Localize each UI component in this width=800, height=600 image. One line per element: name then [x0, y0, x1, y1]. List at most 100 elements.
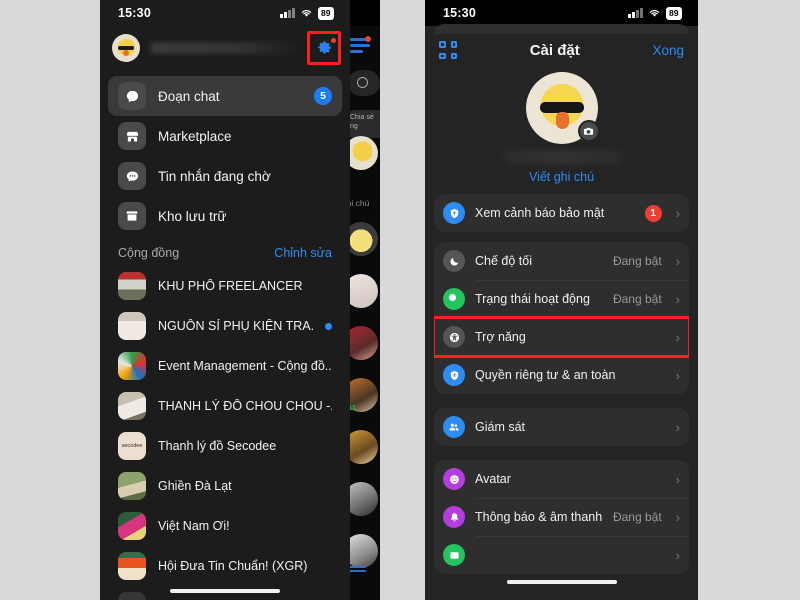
chevron-right-icon: › [675, 329, 680, 345]
settings-row-label: Giám sát [475, 420, 526, 434]
settings-row-value: Đang bật [612, 510, 662, 524]
community-label: Hội Đưa Tin Chuẩn! (XGR) [158, 559, 308, 573]
photo-icon [443, 544, 465, 566]
settings-row-security-alerts[interactable]: Xem cảnh báo bảo mật 1 › [434, 194, 689, 232]
right-phone-screen: 15:30 89 Cài đặt Xong Viết ghi chú Xem c… [425, 0, 698, 600]
community-label: Thanh lý đồ Secodee [158, 439, 277, 453]
community-thumbnail [118, 472, 146, 500]
section-title: Cộng đồng [118, 246, 180, 260]
cellular-signal-icon [280, 8, 295, 18]
lock-shield-icon [443, 364, 465, 386]
left-phone-screen: Chia sẻ ng Ghi chú 11 15:30 89 Đoạn chat… [100, 0, 380, 600]
community-item[interactable]: KHU PHỐ FREELANCER [108, 266, 342, 306]
settings-screen: 15:30 89 Cài đặt Xong Viết ghi chú Xem c… [425, 0, 698, 600]
community-item[interactable]: Event Management - Cộng đồ... [108, 346, 342, 386]
settings-row-accessibility[interactable]: Trợ năng › [434, 316, 689, 358]
community-label: NGUỒN SỈ PHỤ KIỆN TRA... [158, 319, 313, 333]
cellular-signal-icon [628, 8, 643, 18]
accessibility-icon [443, 326, 465, 348]
settings-sheet: Cài đặt Xong Viết ghi chú Xem cảnh báo b… [425, 34, 698, 600]
search-icon[interactable] [348, 70, 380, 96]
settings-row-dark-mode[interactable]: Chế độ tối Đang bật › [434, 242, 689, 280]
menu-item-label: Tin nhắn đang chờ [158, 168, 271, 184]
user-name [150, 42, 300, 54]
menu-item-label: Kho lưu trữ [158, 208, 227, 224]
settings-row-privacy-safety[interactable]: Quyền riêng tư & an toàn › [434, 356, 689, 394]
status-bar-time: 15:30 [118, 6, 151, 20]
unread-badge: 5 [314, 87, 332, 105]
battery-indicator: 89 [317, 6, 334, 20]
chevron-right-icon: › [675, 367, 680, 383]
notification-dot [365, 36, 371, 42]
menu-item-message-requests[interactable]: Tin nhắn đang chờ [108, 156, 342, 196]
community-thumbnail [118, 272, 146, 300]
unread-dot [325, 322, 332, 330]
settings-button[interactable] [307, 31, 341, 65]
community-item[interactable]: THANH LÝ ĐỒ CHOU CHOU -... [108, 386, 342, 426]
community-thumbnail [118, 592, 146, 600]
settings-group: Avatar › Thông báo & âm thanh Đang bật › [434, 460, 689, 574]
settings-row-value: Đang bật [612, 254, 662, 268]
menu-item-label: Đoạn chat [158, 88, 220, 104]
settings-row-notifications-sounds[interactable]: Thông báo & âm thanh Đang bật › [434, 498, 689, 536]
community-thumbnail: secodee [118, 432, 146, 460]
community-item[interactable]: NGUỒN SỈ PHỤ KIỆN TRA... [108, 306, 342, 346]
chat-bubble-icon [118, 82, 146, 110]
edit-communities-button[interactable]: Chỉnh sửa [274, 246, 332, 260]
community-item[interactable]: secodee Thanh lý đồ Secodee [108, 426, 342, 466]
status-bar-time: 15:30 [443, 6, 476, 20]
qr-code-icon[interactable] [439, 41, 457, 59]
chevron-right-icon: › [675, 205, 680, 221]
community-list: KHU PHỐ FREELANCER NGUỒN SỈ PHỤ KIỆN TRA… [108, 266, 342, 600]
community-thumbnail [118, 312, 146, 340]
write-note-button[interactable]: Viết ghi chú [425, 170, 698, 184]
camera-icon[interactable] [577, 120, 600, 142]
avatar[interactable] [525, 72, 600, 144]
settings-header: Cài đặt Xong [425, 34, 698, 66]
community-thumbnail [118, 512, 146, 540]
wifi-icon [301, 10, 311, 17]
moon-icon [443, 250, 465, 272]
hamburger-menu-icon[interactable] [350, 36, 371, 56]
settings-row-value: Đang bật [612, 292, 662, 306]
settings-row-label: Trợ năng [475, 330, 526, 344]
community-item[interactable]: Ghiền Đà Lạt [108, 466, 342, 506]
menu-item-archive[interactable]: Kho lưu trữ [108, 196, 342, 236]
drawer-menu: Đoạn chat 5 Marketplace Tin nhắn đang ch… [100, 70, 350, 600]
status-bar: 15:30 89 [100, 0, 350, 26]
settings-row-label: Avatar [475, 472, 511, 486]
settings-row-label: Xem cảnh báo bảo mật [475, 206, 605, 220]
pending-message-icon [118, 162, 146, 190]
settings-row-label: Chế độ tối [475, 254, 532, 268]
settings-row-label: Trạng thái hoạt động [475, 292, 590, 306]
settings-row-label: Thông báo & âm thanh [475, 510, 603, 524]
drawer-header [100, 26, 350, 70]
profile-section: Viết ghi chú [425, 66, 698, 184]
chevron-right-icon: › [675, 419, 680, 435]
archive-box-icon [118, 202, 146, 230]
settings-row-avatar[interactable]: Avatar › [434, 460, 689, 498]
status-bar: 15:30 89 [425, 0, 698, 26]
settings-row-partial[interactable]: › [434, 536, 689, 574]
settings-row-label: Quyền riêng tư & an toàn [475, 368, 616, 382]
done-button[interactable]: Xong [652, 43, 684, 58]
settings-row-supervision[interactable]: Giám sát › [434, 408, 689, 446]
community-item[interactable]: Việt Nam Ơi! [108, 506, 342, 546]
community-section-header: Cộng đồng Chỉnh sửa [108, 236, 342, 266]
community-label: KHU PHỐ FREELANCER [158, 279, 303, 293]
community-item[interactable]: Hội Đưa Tin Chuẩn! (XGR) [108, 546, 342, 586]
avatar[interactable] [112, 34, 140, 62]
bottom-nav-icon[interactable] [348, 566, 366, 574]
alert-badge: 1 [644, 204, 662, 222]
supervision-icon [443, 416, 465, 438]
chevron-right-icon: › [675, 253, 680, 269]
menu-item-chats[interactable]: Đoạn chat 5 [108, 76, 342, 116]
settings-row-active-status[interactable]: Trạng thái hoạt động Đang bật › [434, 280, 689, 318]
menu-item-marketplace[interactable]: Marketplace [108, 116, 342, 156]
community-label: THANH LÝ ĐỒ CHOU CHOU -... [158, 399, 332, 413]
notification-dot [330, 37, 337, 44]
chevron-right-icon: › [675, 509, 680, 525]
screenshot-stage: Chia sẻ ng Ghi chú 11 15:30 89 Đoạn chat… [0, 0, 800, 600]
chevron-right-icon: › [675, 471, 680, 487]
bell-icon [443, 506, 465, 528]
